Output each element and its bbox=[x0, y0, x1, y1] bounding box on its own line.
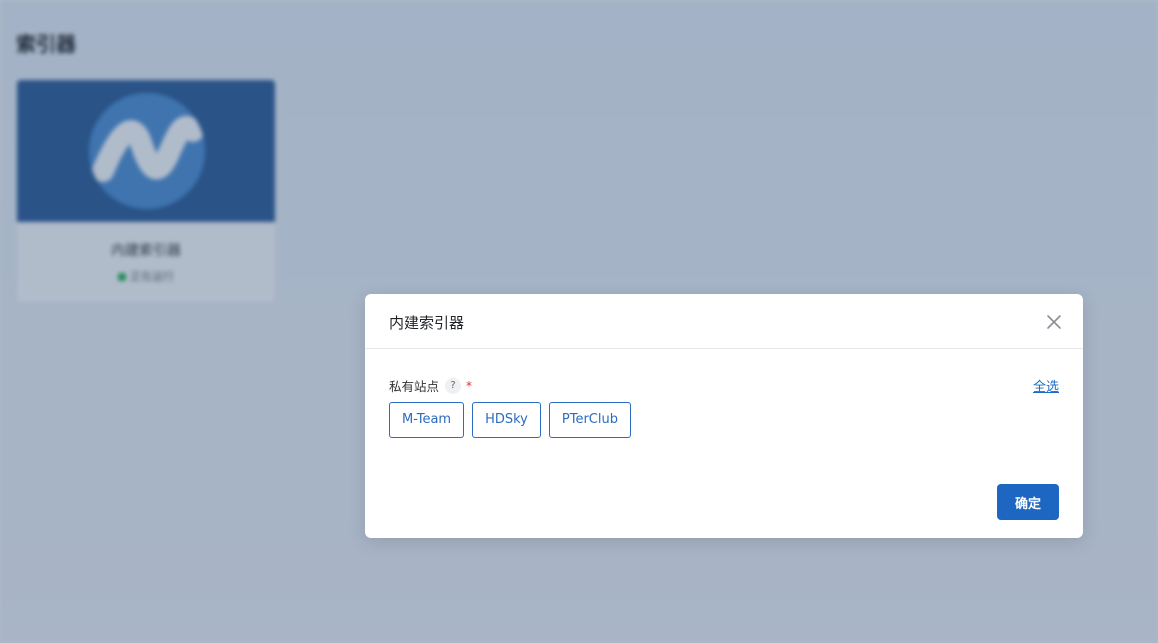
required-mark: * bbox=[466, 378, 473, 393]
site-chip-hdsky[interactable]: HDSky bbox=[472, 402, 541, 438]
select-all-link[interactable]: 全选 bbox=[1033, 376, 1059, 395]
confirm-button[interactable]: 确定 bbox=[997, 484, 1059, 520]
indexer-dialog: 内建索引器 私有站点 ? * 全选 M-Team HDSky PTerClub … bbox=[365, 294, 1083, 538]
site-chip-pterclub[interactable]: PTerClub bbox=[548, 402, 631, 438]
close-icon[interactable] bbox=[1045, 313, 1063, 331]
private-sites-label-text: 私有站点 bbox=[389, 379, 440, 394]
site-chip-m-team[interactable]: M-Team bbox=[389, 402, 465, 438]
private-sites-label: 私有站点 ? * bbox=[389, 376, 472, 395]
question-circle-icon[interactable]: ? bbox=[445, 377, 462, 394]
dialog-header: 内建索引器 bbox=[365, 294, 1083, 349]
site-chip-group: M-Team HDSky PTerClub bbox=[389, 402, 631, 438]
dialog-title: 内建索引器 bbox=[389, 314, 465, 332]
